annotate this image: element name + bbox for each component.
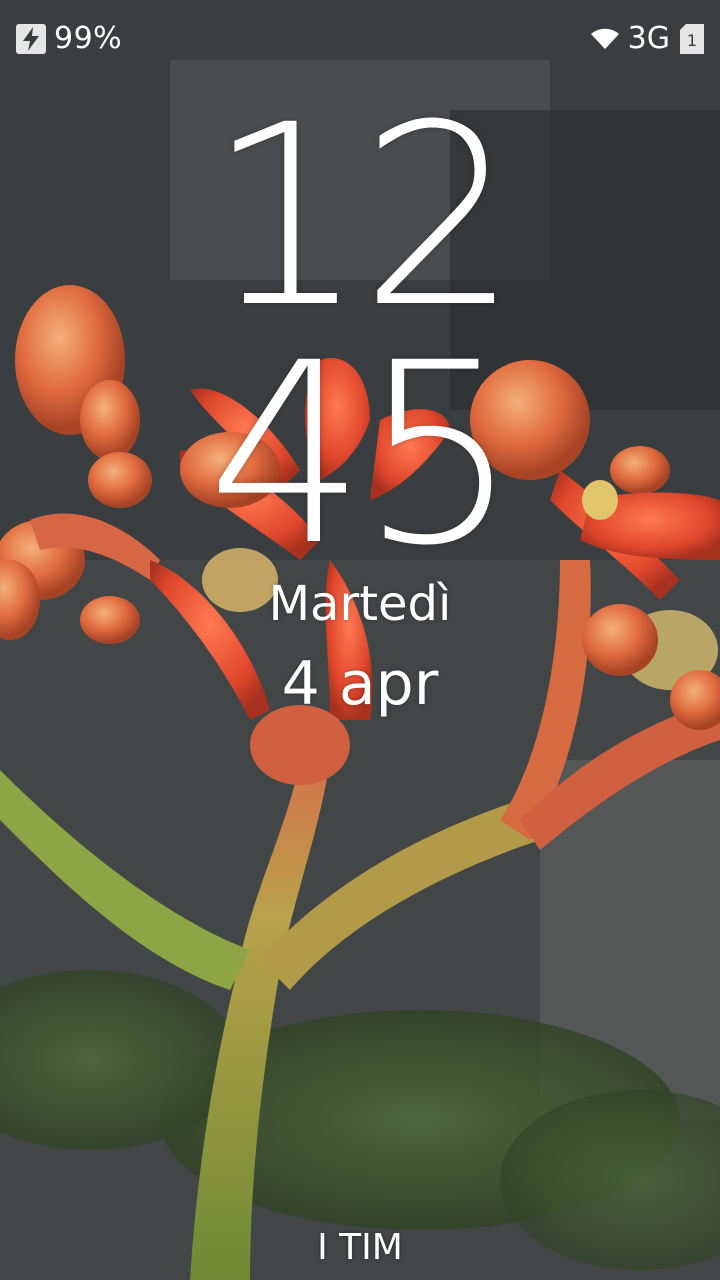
charging-bolt-icon: [16, 24, 46, 54]
status-right-group: 3G 1: [590, 22, 704, 56]
battery-percent: 99%: [54, 21, 123, 56]
day-of-week: Martedì: [268, 576, 452, 632]
lock-screen[interactable]: 99% 3G 1 12 45 Martedì 4 apr I TIM: [0, 0, 720, 1280]
status-bar: 99% 3G 1: [0, 14, 720, 64]
clock-minutes: 45: [206, 309, 519, 600]
network-type: 3G: [627, 21, 670, 56]
wifi-icon: [590, 27, 620, 51]
date: 4 apr: [281, 649, 439, 719]
sim-slot-number: 1: [687, 31, 697, 50]
carrier-name: I TIM: [317, 1227, 403, 1268]
status-left-group: 99%: [16, 22, 122, 56]
sim-card-icon: 1: [680, 24, 704, 54]
clock-hours: 12: [206, 71, 519, 362]
